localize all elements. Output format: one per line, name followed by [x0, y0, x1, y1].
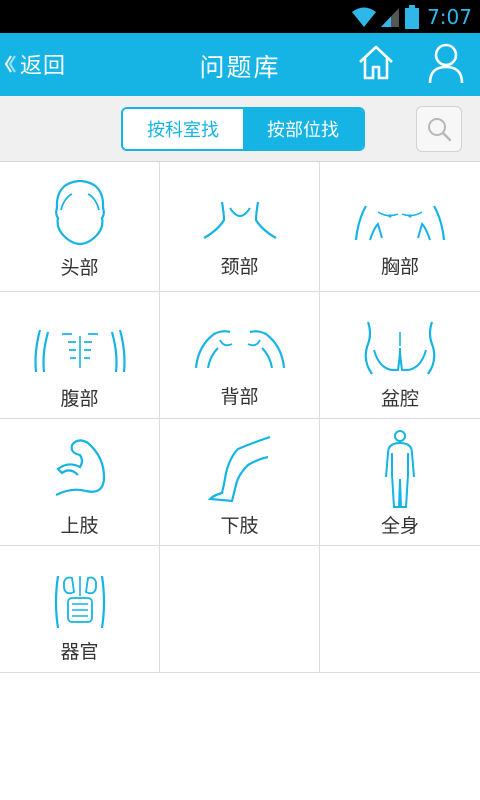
home-icon — [359, 45, 393, 80]
status-bar: 7:07 — [0, 0, 480, 33]
body-part-label: 下肢 — [220, 515, 259, 537]
page-title: 问题库 — [199, 53, 281, 82]
body-part-label: 头部 — [60, 257, 99, 279]
arm-icon — [55, 439, 105, 496]
body-part-label: 背部 — [220, 386, 259, 408]
grid-row: 上肢 下肢 全身 — [0, 419, 480, 546]
neck-icon — [202, 201, 277, 239]
grid-row: 器官 — [0, 546, 480, 673]
body-part-arm[interactable]: 上肢 — [0, 419, 160, 545]
body-part-pelvis[interactable]: 盆腔 — [320, 292, 480, 418]
user-icon — [428, 43, 464, 84]
body-part-back[interactable]: 背部 — [160, 292, 320, 418]
body-part-label: 全身 — [380, 515, 419, 537]
full-body-icon — [385, 430, 415, 508]
body-part-neck[interactable]: 颈部 — [160, 162, 320, 291]
head-icon — [54, 180, 105, 246]
search-button[interactable] — [416, 106, 462, 152]
grid-row: 头部 颈部 胸部 — [0, 162, 480, 292]
body-part-leg[interactable]: 下肢 — [160, 419, 320, 545]
body-part-organs[interactable]: 器官 — [0, 546, 160, 672]
body-part-head[interactable]: 头部 — [0, 162, 160, 291]
status-time: 7:07 — [427, 4, 472, 29]
grid-row: 腹部 背部 盆腔 — [0, 292, 480, 419]
body-part-chest[interactable]: 胸部 — [320, 162, 480, 291]
body-part-label: 腹部 — [60, 388, 99, 410]
body-part-label: 盆腔 — [380, 388, 419, 410]
body-part-label: 器官 — [60, 641, 99, 663]
app-bar: 返回 问题库 — [0, 33, 480, 96]
status-icons: 7:07 — [351, 3, 472, 30]
empty-cell — [160, 546, 320, 672]
back-icon — [194, 330, 285, 369]
leg-icon — [207, 435, 270, 503]
filter-bar: 按科室找 按部位找 — [0, 96, 480, 162]
tab-by-body-part[interactable]: 按部位找 — [243, 109, 363, 149]
pelvis-icon — [364, 321, 436, 375]
home-button[interactable] — [356, 43, 396, 83]
body-part-abdomen[interactable]: 腹部 — [0, 292, 160, 418]
battery-icon — [405, 4, 420, 29]
tab-by-department[interactable]: 按科室找 — [123, 109, 243, 149]
chest-icon — [354, 205, 446, 241]
search-icon — [428, 118, 452, 142]
filter-segmented-control: 按科室找 按部位找 — [121, 107, 365, 151]
user-profile-button[interactable] — [426, 41, 466, 85]
wifi-icon — [352, 7, 377, 27]
body-part-label: 上肢 — [60, 515, 99, 537]
organs-icon — [54, 575, 105, 629]
body-part-label: 颈部 — [220, 256, 259, 278]
body-part-full-body[interactable]: 全身 — [320, 419, 480, 545]
abdomen-icon — [33, 329, 126, 373]
signal-icon — [381, 7, 400, 27]
body-part-label: 胸部 — [380, 256, 419, 278]
body-part-grid: 头部 颈部 胸部 腹部 背部 盆腔 上肢 下肢 全身 器官 — [0, 162, 480, 673]
empty-cell — [320, 546, 480, 672]
